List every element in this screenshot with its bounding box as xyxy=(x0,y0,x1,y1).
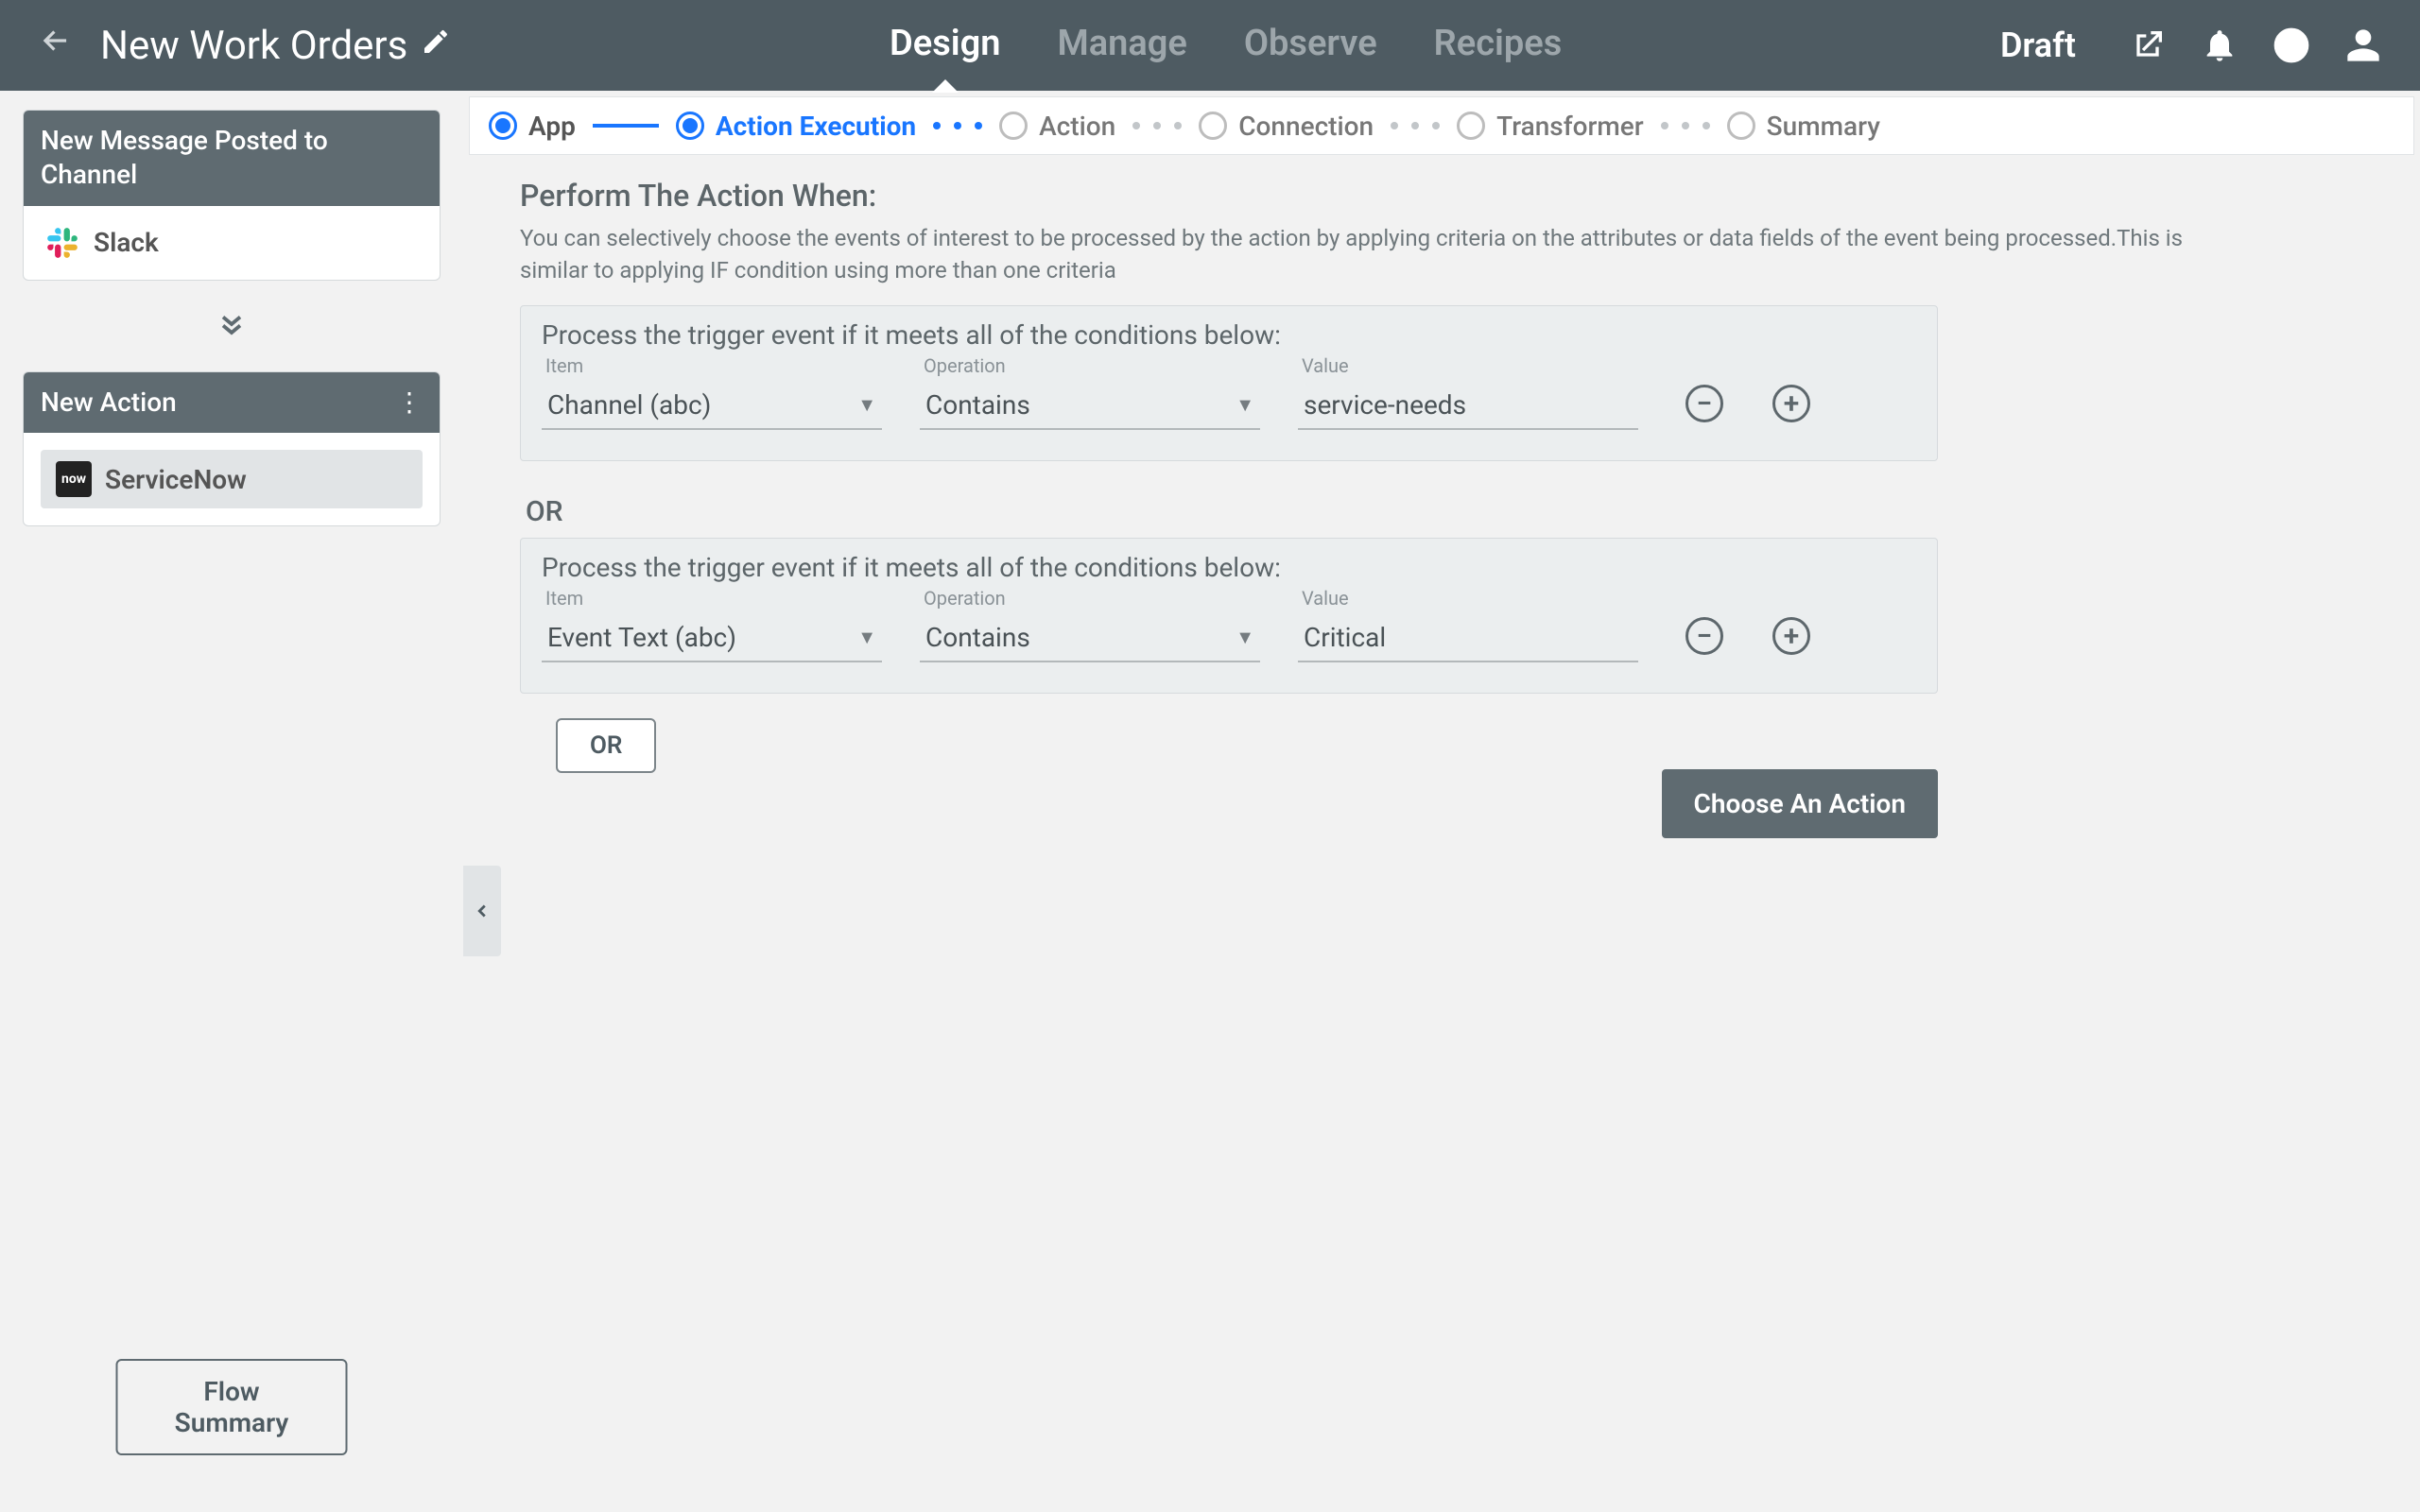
trigger-app-name: Slack xyxy=(94,227,159,258)
action-app-row[interactable]: now ServiceNow xyxy=(41,450,423,508)
page-title: New Work Orders xyxy=(100,23,407,69)
user-icon[interactable] xyxy=(2344,26,2382,64)
main-panel: App Action Execution Action Connection T… xyxy=(463,91,2420,1512)
step-radio-icon xyxy=(1457,112,1485,140)
operation-select[interactable]: Contains▼ xyxy=(920,613,1260,662)
tab-manage[interactable]: Manage xyxy=(1057,23,1186,68)
item-label: Item xyxy=(542,354,882,377)
step-label: Transformer xyxy=(1496,111,1644,142)
trigger-app-row: Slack xyxy=(24,206,440,280)
trigger-card-title: New Message Posted to Channel xyxy=(24,111,440,206)
sidebar: New Message Posted to Channel Slack New … xyxy=(0,91,463,1512)
slack-icon xyxy=(44,225,80,261)
step-label: Connection xyxy=(1238,111,1374,142)
action-app-name: ServiceNow xyxy=(105,464,247,495)
step-radio-icon xyxy=(999,112,1028,140)
help-icon[interactable] xyxy=(2273,26,2310,64)
step-label: Action xyxy=(1039,111,1115,142)
step-action[interactable]: Action xyxy=(999,111,1115,142)
item-select[interactable]: Channel (abc)▼ xyxy=(542,381,882,430)
condition-row: Item Event Text (abc)▼ Operation Contain… xyxy=(542,587,1916,662)
edit-icon[interactable] xyxy=(421,26,451,64)
servicenow-icon: now xyxy=(56,461,92,497)
bell-icon[interactable] xyxy=(2201,26,2238,64)
expand-down-icon[interactable] xyxy=(215,307,249,345)
flow-summary-button[interactable]: Flow Summary xyxy=(116,1359,348,1455)
chevron-down-icon: ▼ xyxy=(1236,626,1254,649)
choose-action-button[interactable]: Choose An Action xyxy=(1662,769,1938,838)
remove-row-icon[interactable]: − xyxy=(1685,385,1723,422)
step-dots xyxy=(1391,122,1440,129)
condition-row: Item Channel (abc)▼ Operation Contains▼ … xyxy=(542,354,1916,430)
item-label: Item xyxy=(542,587,882,610)
step-label: App xyxy=(528,111,576,142)
value-input[interactable] xyxy=(1298,613,1638,662)
or-separator: OR xyxy=(526,495,2363,528)
collapse-sidebar-icon[interactable] xyxy=(463,866,501,956)
step-action-execution[interactable]: Action Execution xyxy=(676,111,916,142)
value-label: Value xyxy=(1298,587,1638,610)
step-label: Action Execution xyxy=(716,111,916,142)
remove-row-icon[interactable]: − xyxy=(1685,617,1723,655)
card-menu-icon[interactable]: ⋮ xyxy=(396,396,423,409)
nav-tabs: Design Manage Observe Recipes xyxy=(451,23,2000,68)
add-row-icon[interactable]: + xyxy=(1772,617,1810,655)
step-connector xyxy=(593,124,659,128)
chevron-down-icon: ▼ xyxy=(857,626,876,649)
add-row-icon[interactable]: + xyxy=(1772,385,1810,422)
value-input[interactable] xyxy=(1298,381,1638,430)
step-transformer[interactable]: Transformer xyxy=(1457,111,1644,142)
step-connection[interactable]: Connection xyxy=(1199,111,1374,142)
operation-label: Operation xyxy=(920,587,1260,610)
action-card-title: New Action xyxy=(41,386,177,420)
condition-block-title: Process the trigger event if it meets al… xyxy=(542,552,1916,583)
value-label: Value xyxy=(1298,354,1638,377)
topbar: New Work Orders Design Manage Observe Re… xyxy=(0,0,2420,91)
chevron-down-icon: ▼ xyxy=(857,393,876,417)
tab-recipes[interactable]: Recipes xyxy=(1434,23,1563,68)
step-dots xyxy=(933,122,982,129)
back-arrow-icon[interactable] xyxy=(38,23,74,68)
open-external-icon[interactable] xyxy=(2129,26,2167,64)
item-select[interactable]: Event Text (abc)▼ xyxy=(542,613,882,662)
step-radio-icon xyxy=(489,112,517,140)
step-radio-icon xyxy=(1727,112,1755,140)
topbar-right: Draft xyxy=(2000,26,2382,65)
tab-observe[interactable]: Observe xyxy=(1244,23,1377,68)
trigger-card[interactable]: New Message Posted to Channel Slack xyxy=(23,110,441,281)
step-summary[interactable]: Summary xyxy=(1727,111,1880,142)
action-card[interactable]: New Action ⋮ now ServiceNow xyxy=(23,371,441,526)
condition-group-2: Process the trigger event if it meets al… xyxy=(520,538,1938,694)
content-area: Perform The Action When: You can selecti… xyxy=(463,155,2420,876)
step-radio-icon xyxy=(676,112,704,140)
condition-group-1: Process the trigger event if it meets al… xyxy=(520,305,1938,461)
step-dots xyxy=(1661,122,1710,129)
section-description: You can selectively choose the events of… xyxy=(520,223,2240,286)
step-dots xyxy=(1132,122,1182,129)
stepper: App Action Execution Action Connection T… xyxy=(469,96,2414,155)
condition-block-title: Process the trigger event if it meets al… xyxy=(542,319,1916,351)
chevron-down-icon: ▼ xyxy=(1236,393,1254,417)
operation-label: Operation xyxy=(920,354,1260,377)
step-app[interactable]: App xyxy=(489,111,576,142)
step-radio-icon xyxy=(1199,112,1227,140)
tab-design[interactable]: Design xyxy=(890,23,1000,68)
operation-select[interactable]: Contains▼ xyxy=(920,381,1260,430)
section-title: Perform The Action When: xyxy=(520,178,2363,214)
add-or-group-button[interactable]: OR xyxy=(556,718,656,773)
step-label: Summary xyxy=(1767,111,1880,142)
status-label: Draft xyxy=(2000,26,2076,65)
